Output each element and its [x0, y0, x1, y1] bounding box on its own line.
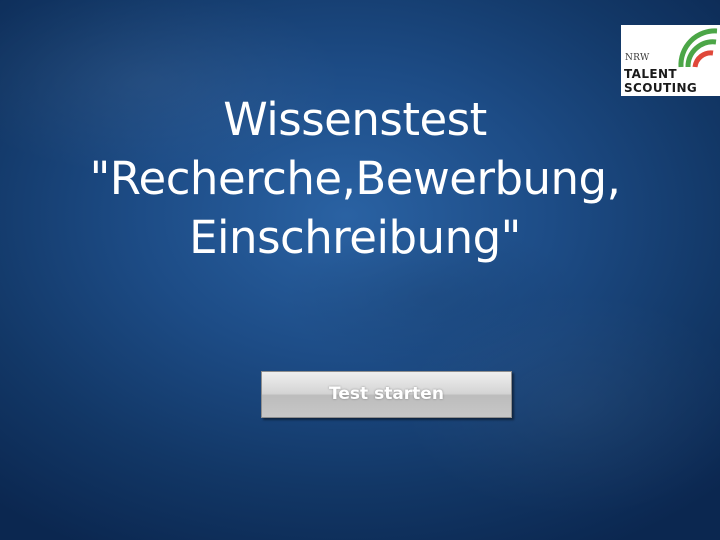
start-test-button[interactable]: Test starten — [261, 371, 512, 418]
title-line-2: "Recherche,Bewerbung, — [89, 152, 621, 205]
page-title: Wissenstest "Recherche,Bewerbung, Einsch… — [0, 90, 710, 267]
background-texture — [0, 0, 720, 540]
talent-scouting-logo: NRW TALENT SCOUTING — [621, 25, 720, 96]
title-line-3: Einschreibung" — [189, 211, 521, 264]
title-line-1: Wissenstest — [223, 93, 487, 146]
logo-talent-text: TALENT — [624, 67, 678, 81]
logo-nrw-text: NRW — [625, 53, 650, 63]
